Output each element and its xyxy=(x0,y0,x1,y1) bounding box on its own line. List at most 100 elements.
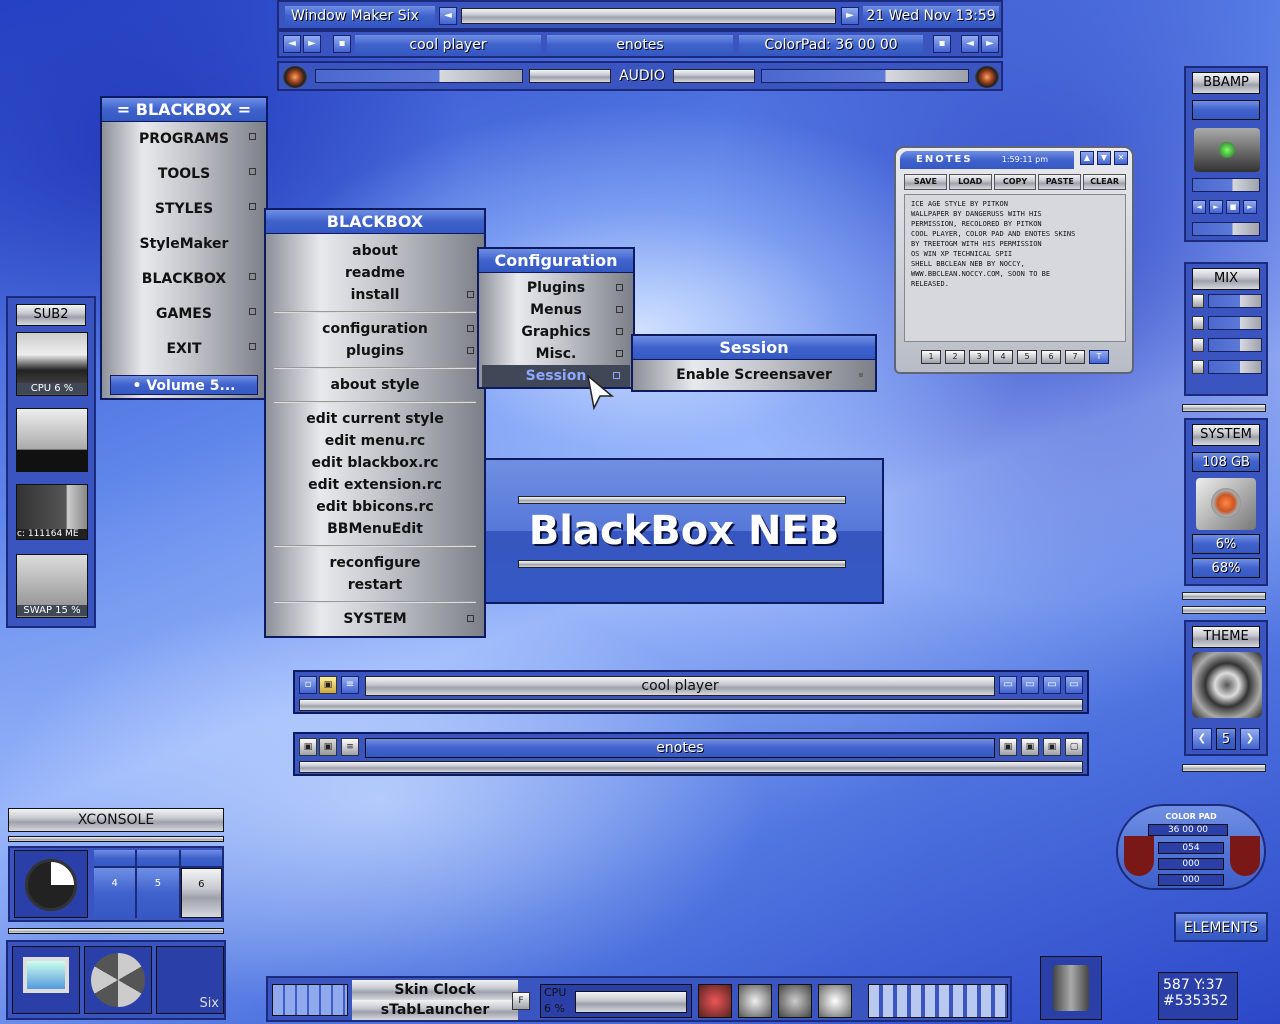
submenu-reconfigure[interactable]: reconfigure xyxy=(266,552,484,574)
enotes-copy-button[interactable]: COPY xyxy=(993,174,1037,190)
submenu-plugins[interactable]: plugins xyxy=(266,340,484,362)
theme-next-button[interactable]: ❯ xyxy=(1240,728,1260,750)
config-misc[interactable]: Misc. xyxy=(479,343,633,365)
mix-mute-button[interactable] xyxy=(1192,360,1204,374)
colorpad-hex[interactable]: 36 00 00 xyxy=(1148,824,1228,836)
speaker-left-icon[interactable] xyxy=(283,66,307,88)
submenu-bbmenuedit[interactable]: BBMenuEdit xyxy=(266,518,484,540)
submenu-edit-menu[interactable]: edit menu.rc xyxy=(266,430,484,452)
tray-icon-3[interactable] xyxy=(778,984,812,1018)
config-menus[interactable]: Menus xyxy=(479,299,633,321)
bbamp-volume[interactable] xyxy=(1192,222,1260,236)
tray-icon-1[interactable] xyxy=(698,984,732,1018)
bbamp-prev-button[interactable]: ◄ xyxy=(1192,200,1206,214)
coolplayer-btn-2[interactable]: ▭ xyxy=(1021,676,1039,694)
bbamp-stop-button[interactable]: ■ xyxy=(1226,200,1240,214)
clock-widget-icon[interactable] xyxy=(14,850,88,918)
coolplayer-btn-1[interactable]: ▭ xyxy=(999,676,1017,694)
bbamp-seek[interactable] xyxy=(1192,178,1260,192)
session-enable-screensaver[interactable]: Enable Screensaver xyxy=(633,364,875,386)
enotes-tab[interactable]: T xyxy=(1089,350,1109,364)
task-prev-button[interactable]: ◄ xyxy=(283,35,301,53)
menu-item-stylemaker[interactable]: StyleMaker xyxy=(102,231,266,266)
task-right-button[interactable]: ► xyxy=(981,35,999,53)
submenu-edit-current-style[interactable]: edit current style xyxy=(266,408,484,430)
submenu-install[interactable]: install xyxy=(266,284,484,306)
enotes-up-button[interactable]: ▲ xyxy=(1080,151,1094,165)
desktop-5[interactable]: 5 xyxy=(137,868,179,918)
desktop-3[interactable] xyxy=(180,850,222,866)
mix-mute-button[interactable] xyxy=(1192,338,1204,352)
colorpad-b[interactable]: 000 xyxy=(1158,874,1224,886)
colorpad-g[interactable]: 000 xyxy=(1158,858,1224,870)
enotes-close-button[interactable]: ✕ xyxy=(1114,151,1128,165)
mix-slider[interactable] xyxy=(1208,338,1262,352)
enotes-bar-btn-4[interactable]: ▣ xyxy=(1043,738,1061,756)
enotes-bar-btn-3[interactable]: ▣ xyxy=(1021,738,1039,756)
toolbar-next-button[interactable]: ► xyxy=(841,7,859,25)
enotes-bar-btn-1[interactable]: ▣ xyxy=(299,738,317,756)
enotes-save-button[interactable]: SAVE xyxy=(904,174,947,190)
mix-slider[interactable] xyxy=(1208,316,1262,330)
enotes-down-button[interactable]: ▼ xyxy=(1097,151,1111,165)
submenu-edit-bbicons[interactable]: edit bbicons.rc xyxy=(266,496,484,518)
enotes-tab[interactable]: 3 xyxy=(969,350,989,364)
stab-launcher-label[interactable]: sTabLauncher xyxy=(352,1000,518,1020)
task-cool-player[interactable]: cool player xyxy=(355,35,541,55)
menu-item-styles[interactable]: STYLES xyxy=(102,196,266,231)
enotes-bar-btn-5[interactable]: ▢ xyxy=(1065,738,1083,756)
mix-slider[interactable] xyxy=(1208,294,1262,308)
toolbar-prev-button[interactable]: ◄ xyxy=(439,7,457,25)
task-pin-button[interactable]: ▪ xyxy=(933,35,951,53)
enotes-clear-button[interactable]: CLEAR xyxy=(1083,174,1126,190)
paperclip-icon[interactable]: Six xyxy=(156,946,224,1014)
enotes-paste-button[interactable]: PASTE xyxy=(1038,174,1082,190)
config-plugins[interactable]: Plugins xyxy=(479,277,633,299)
enotes-tab[interactable]: 4 xyxy=(993,350,1013,364)
submenu-restart[interactable]: restart xyxy=(266,574,484,596)
coolplayer-btn-3[interactable]: ▭ xyxy=(1043,676,1061,694)
menu-item-exit[interactable]: EXIT xyxy=(102,336,266,371)
desktop-1[interactable] xyxy=(94,850,136,866)
toolbar-clock[interactable]: 21 Wed Nov 13:59 xyxy=(863,6,999,26)
submenu-configuration[interactable]: configuration xyxy=(266,318,484,340)
theme-prev-button[interactable]: ❮ xyxy=(1192,728,1212,750)
theme-preview-icon[interactable] xyxy=(1192,652,1262,718)
toolbar-title[interactable]: Window Maker Six xyxy=(285,6,435,26)
task-menu-button[interactable]: ▪ xyxy=(333,35,351,53)
enotes-tab[interactable]: 5 xyxy=(1017,350,1037,364)
folder-icon[interactable]: ▣ xyxy=(319,738,337,756)
enotes-bar-list-button[interactable]: ≡ xyxy=(341,738,359,756)
submenu-edit-blackbox[interactable]: edit blackbox.rc xyxy=(266,452,484,474)
submenu-edit-extension[interactable]: edit extension.rc xyxy=(266,474,484,496)
volume-slider[interactable] xyxy=(315,69,523,83)
elements-button[interactable]: ELEMENTS xyxy=(1174,912,1268,942)
balance-slider[interactable] xyxy=(761,69,969,83)
desktop-2[interactable] xyxy=(137,850,179,866)
config-graphics[interactable]: Graphics xyxy=(479,321,633,343)
submenu-readme[interactable]: readme xyxy=(266,262,484,284)
enotes-text-area[interactable]: ICE AGE STYLE BY PITKON WALLPAPER BY DAN… xyxy=(904,194,1126,342)
radiation-icon[interactable] xyxy=(84,946,152,1014)
my-computer-icon[interactable] xyxy=(12,946,80,1014)
enotes-tab[interactable]: 2 xyxy=(945,350,965,364)
tray-icon-4[interactable] xyxy=(818,984,852,1018)
task-enotes[interactable]: enotes xyxy=(547,35,733,55)
colorpad-r[interactable]: 054 xyxy=(1158,842,1224,854)
skin-clock-label[interactable]: Skin Clock xyxy=(352,980,518,1000)
folder-icon[interactable]: ▣ xyxy=(319,676,337,694)
volume-slider-item[interactable]: • Volume 5... xyxy=(110,375,258,395)
enotes-tab[interactable]: 1 xyxy=(921,350,941,364)
task-left-button[interactable]: ◄ xyxy=(961,35,979,53)
mix-mute-button[interactable] xyxy=(1192,316,1204,330)
submenu-system[interactable]: SYSTEM xyxy=(266,608,484,630)
menu-item-tools[interactable]: TOOLS xyxy=(102,161,266,196)
enotes-bar-title[interactable]: enotes xyxy=(365,738,995,758)
tray-icon-2[interactable] xyxy=(738,984,772,1018)
recycle-bin-icon[interactable] xyxy=(1040,956,1102,1020)
desktop-6[interactable]: 6 xyxy=(180,868,222,918)
xconsole-title[interactable]: XCONSOLE xyxy=(8,808,224,832)
menu-item-programs[interactable]: PROGRAMS xyxy=(102,126,266,161)
coolplayer-seek[interactable] xyxy=(299,699,1083,711)
coolplayer-btn-4[interactable]: ▭ xyxy=(1065,676,1083,694)
